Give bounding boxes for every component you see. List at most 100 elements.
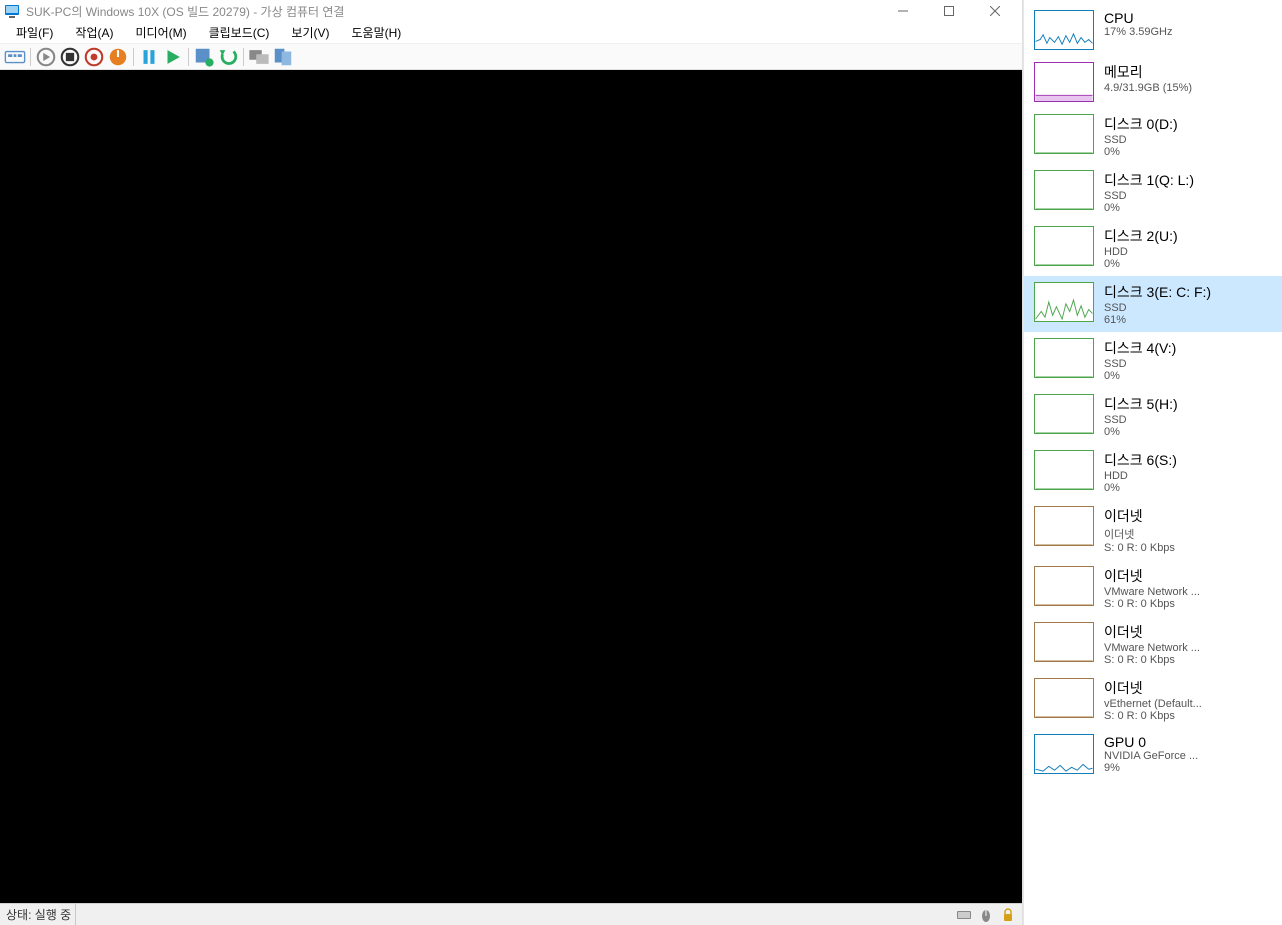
keyboard-icon — [956, 907, 972, 923]
perf-item-net-12[interactable]: 이더넷vEthernet (Default...S: 0 R: 0 Kbps — [1024, 672, 1282, 728]
perf-item-net-9[interactable]: 이더넷이더넷S: 0 R: 0 Kbps — [1024, 500, 1282, 560]
titlebar: SUK-PC의 Windows 10X (OS 빌드 20279) - 가상 컴… — [0, 0, 1022, 22]
perf-thumb-icon — [1034, 450, 1094, 490]
perf-text: GPU 0NVIDIA GeForce ...9% — [1104, 734, 1272, 774]
perf-text: 이더넷vEthernet (Default...S: 0 R: 0 Kbps — [1104, 678, 1272, 722]
perf-text: 이더넷이더넷S: 0 R: 0 Kbps — [1104, 506, 1272, 554]
perf-title: 디스크 1(Q: L:) — [1104, 170, 1272, 190]
perf-thumb-icon — [1034, 282, 1094, 322]
perf-thumb-icon — [1034, 734, 1094, 774]
perf-sub1: 4.9/31.9GB (15%) — [1104, 82, 1272, 94]
perf-sub1: SSD — [1104, 134, 1272, 146]
perf-text: 디스크 3(E: C: F:)SSD61% — [1104, 282, 1272, 326]
app-icon — [4, 3, 20, 19]
enhanced-session-button[interactable] — [248, 46, 270, 68]
maximize-button[interactable] — [926, 0, 972, 22]
share-button[interactable] — [272, 46, 294, 68]
ctrl-alt-del-button[interactable] — [4, 46, 26, 68]
status-text: 상태: 실행 중 — [6, 906, 71, 923]
close-button[interactable] — [972, 0, 1018, 22]
perf-item-disk-3[interactable]: 디스크 1(Q: L:)SSD0% — [1024, 164, 1282, 220]
perf-item-mem-1[interactable]: 메모리4.9/31.9GB (15%) — [1024, 56, 1282, 108]
perf-text: 이더넷VMware Network ...S: 0 R: 0 Kbps — [1104, 622, 1272, 666]
shutdown-button[interactable] — [83, 46, 105, 68]
perf-title: 디스크 6(S:) — [1104, 450, 1272, 470]
perf-item-disk-2[interactable]: 디스크 0(D:)SSD0% — [1024, 108, 1282, 164]
perf-title: 디스크 5(H:) — [1104, 394, 1272, 414]
reset-button[interactable] — [162, 46, 184, 68]
perf-title: 이더넷 — [1104, 506, 1272, 526]
perf-thumb-icon — [1034, 622, 1094, 662]
perf-sub1: vEthernet (Default... — [1104, 698, 1272, 710]
menu-action[interactable]: 작업(A) — [65, 22, 123, 43]
perf-sub1: 이더넷 — [1104, 526, 1272, 542]
perf-item-disk-5[interactable]: 디스크 3(E: C: F:)SSD61% — [1024, 276, 1282, 332]
perf-sub1: HDD — [1104, 470, 1272, 482]
perf-sub2: S: 0 R: 0 Kbps — [1104, 598, 1272, 610]
perf-sub2: 0% — [1104, 258, 1272, 270]
perf-sub2: 9% — [1104, 762, 1272, 774]
perf-title: 이더넷 — [1104, 566, 1272, 586]
performance-sidebar[interactable]: CPU17% 3.59GHz 메모리4.9/31.9GB (15%) 디스크 0(D… — [1023, 0, 1282, 925]
toolbar-separator — [188, 48, 189, 66]
perf-sub2: 61% — [1104, 314, 1272, 326]
revert-button[interactable] — [217, 46, 239, 68]
perf-text: 이더넷VMware Network ...S: 0 R: 0 Kbps — [1104, 566, 1272, 610]
checkpoint-button[interactable] — [193, 46, 215, 68]
perf-thumb-icon — [1034, 678, 1094, 718]
perf-sub2: S: 0 R: 0 Kbps — [1104, 710, 1272, 722]
perf-title: 이더넷 — [1104, 622, 1272, 642]
perf-item-disk-6[interactable]: 디스크 4(V:)SSD0% — [1024, 332, 1282, 388]
window-controls — [880, 0, 1018, 22]
vm-display-viewport[interactable] — [0, 70, 1022, 903]
menu-clipboard[interactable]: 클립보드(C) — [199, 22, 280, 43]
perf-sub2: S: 0 R: 0 Kbps — [1104, 654, 1272, 666]
menu-help[interactable]: 도움말(H) — [342, 22, 412, 43]
perf-item-net-10[interactable]: 이더넷VMware Network ...S: 0 R: 0 Kbps — [1024, 560, 1282, 616]
perf-text: 디스크 1(Q: L:)SSD0% — [1104, 170, 1272, 214]
perf-text: 메모리4.9/31.9GB (15%) — [1104, 62, 1272, 102]
start-button[interactable] — [35, 46, 57, 68]
pause-button[interactable] — [138, 46, 160, 68]
perf-sub1: VMware Network ... — [1104, 642, 1272, 654]
perf-thumb-icon — [1034, 566, 1094, 606]
perf-item-cpu-0[interactable]: CPU17% 3.59GHz — [1024, 4, 1282, 56]
perf-sub1: HDD — [1104, 246, 1272, 258]
save-button[interactable] — [107, 46, 129, 68]
toolbar-separator — [133, 48, 134, 66]
perf-thumb-icon — [1034, 394, 1094, 434]
perf-sub1: 17% 3.59GHz — [1104, 26, 1272, 38]
status-icons — [956, 907, 1016, 923]
perf-item-disk-4[interactable]: 디스크 2(U:)HDD0% — [1024, 220, 1282, 276]
perf-title: 메모리 — [1104, 62, 1272, 82]
perf-thumb-icon — [1034, 114, 1094, 154]
perf-title: CPU — [1104, 10, 1272, 26]
vm-connection-window: SUK-PC의 Windows 10X (OS 빌드 20279) - 가상 컴… — [0, 0, 1023, 925]
perf-text: 디스크 5(H:)SSD0% — [1104, 394, 1272, 438]
perf-text: 디스크 4(V:)SSD0% — [1104, 338, 1272, 382]
perf-sub1: SSD — [1104, 302, 1272, 314]
perf-thumb-icon — [1034, 62, 1094, 102]
perf-text: CPU17% 3.59GHz — [1104, 10, 1272, 50]
menu-file[interactable]: 파일(F) — [6, 22, 63, 43]
menu-media[interactable]: 미디어(M) — [125, 22, 196, 43]
perf-item-net-11[interactable]: 이더넷VMware Network ...S: 0 R: 0 Kbps — [1024, 616, 1282, 672]
minimize-button[interactable] — [880, 0, 926, 22]
perf-thumb-icon — [1034, 338, 1094, 378]
perf-item-disk-8[interactable]: 디스크 6(S:)HDD0% — [1024, 444, 1282, 500]
window-title: SUK-PC의 Windows 10X (OS 빌드 20279) - 가상 컴… — [26, 3, 880, 20]
perf-thumb-icon — [1034, 170, 1094, 210]
perf-title: 디스크 4(V:) — [1104, 338, 1272, 358]
perf-item-gpu-13[interactable]: GPU 0NVIDIA GeForce ...9% — [1024, 728, 1282, 780]
perf-title: 이더넷 — [1104, 678, 1272, 698]
perf-sub2: 0% — [1104, 370, 1272, 382]
perf-thumb-icon — [1034, 226, 1094, 266]
perf-sub2: 0% — [1104, 202, 1272, 214]
perf-title: 디스크 3(E: C: F:) — [1104, 282, 1272, 302]
turnoff-button[interactable] — [59, 46, 81, 68]
perf-item-disk-7[interactable]: 디스크 5(H:)SSD0% — [1024, 388, 1282, 444]
perf-sub1: SSD — [1104, 414, 1272, 426]
perf-title: 디스크 0(D:) — [1104, 114, 1272, 134]
menubar: 파일(F) 작업(A) 미디어(M) 클립보드(C) 보기(V) 도움말(H) — [0, 22, 1022, 44]
menu-view[interactable]: 보기(V) — [281, 22, 339, 43]
